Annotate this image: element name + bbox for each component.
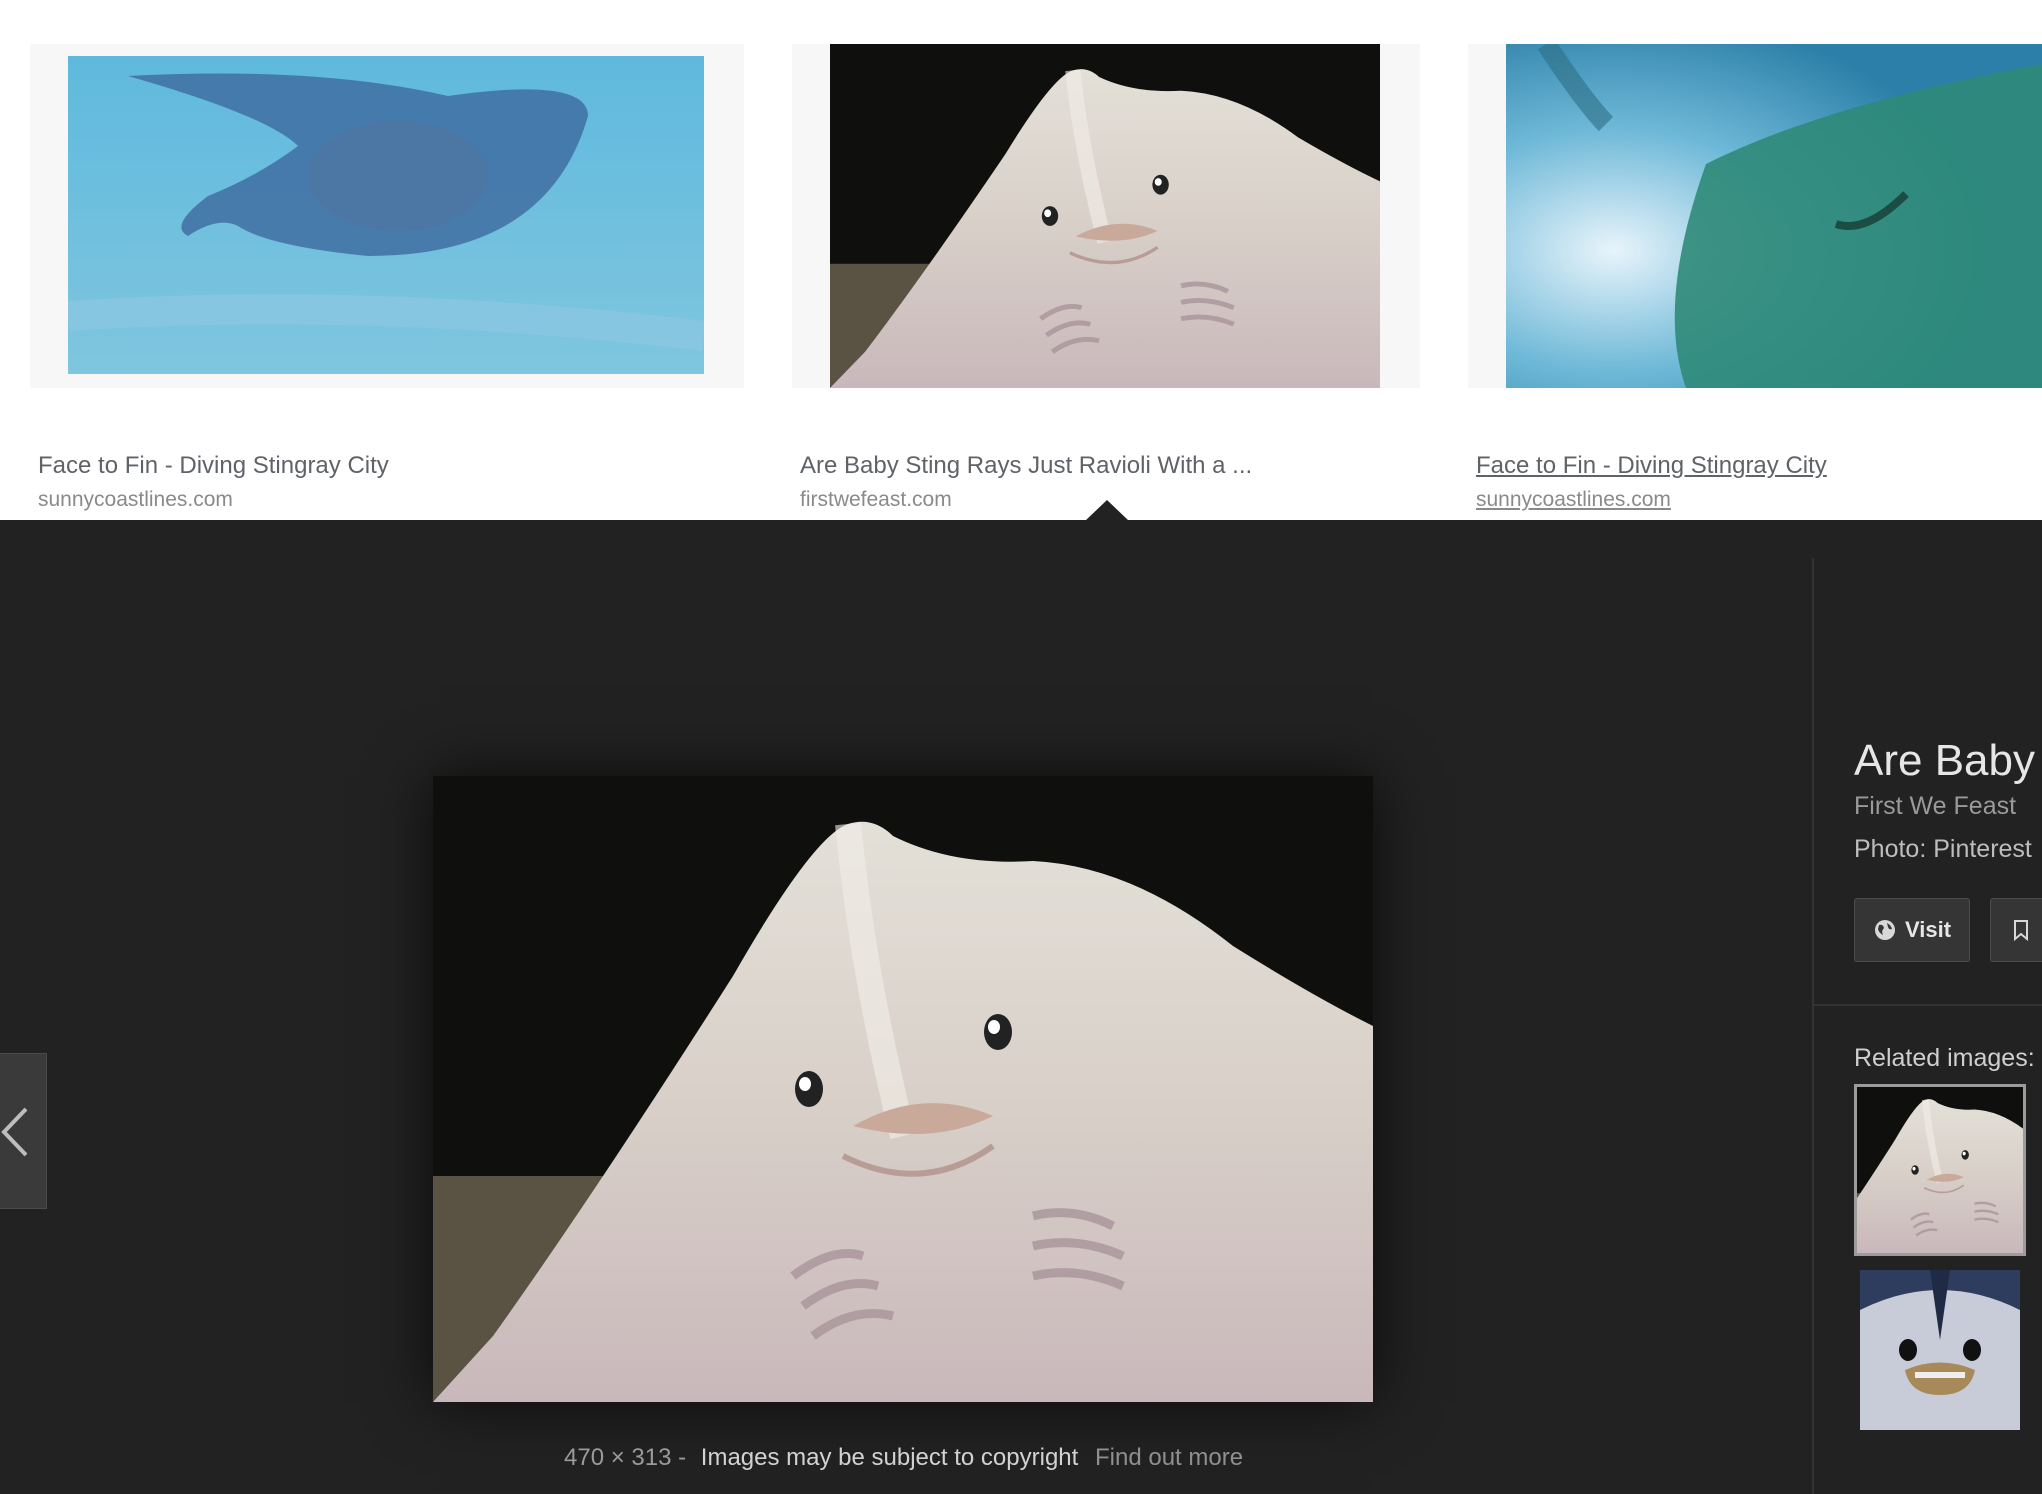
result-thumbnail-frame[interactable]: [792, 44, 1420, 388]
caption-separator: -: [678, 1444, 687, 1471]
image-results-row: Face to Fin - Diving Stingray City sunny…: [0, 0, 2042, 520]
save-button[interactable]: [1990, 898, 2042, 962]
previous-image-button[interactable]: [0, 1053, 47, 1209]
result-thumbnail-frame[interactable]: [1468, 44, 2042, 388]
preview-site-name[interactable]: First We Feast: [1854, 792, 2016, 821]
sidebar-separator: [1814, 1004, 2042, 1006]
copyright-notice: Images may be subject to copyright: [700, 1444, 1079, 1471]
related-images-label: Related images:: [1854, 1044, 2035, 1072]
result-thumbnail-image[interactable]: [1506, 44, 2042, 388]
image-caption: 470 × 313 - Images may be subject to cop…: [564, 1444, 1243, 1472]
result-thumbnail-image[interactable]: [830, 44, 1380, 388]
image-dimensions: 470 × 313: [564, 1444, 672, 1471]
related-image-selected[interactable]: [1854, 1084, 2026, 1256]
chevron-left-icon: [1, 1107, 28, 1157]
find-out-more-link[interactable]: Find out more: [1095, 1444, 1243, 1471]
bookmark-icon: [2014, 920, 2028, 942]
visit-button[interactable]: Visit: [1854, 898, 1970, 962]
preview-title[interactable]: Are Baby: [1854, 736, 2035, 786]
result-thumbnail-image[interactable]: [68, 56, 704, 374]
stingray-image: [433, 776, 1373, 1402]
visit-label: Visit: [1905, 917, 1952, 942]
selection-pointer: [1085, 500, 1129, 521]
globe-icon: [1875, 920, 1895, 940]
result-source[interactable]: sunnycoastlines.com: [1476, 488, 1671, 512]
result-title[interactable]: Face to Fin - Diving Stingray City: [38, 452, 389, 480]
photo-credit: Photo: Pinterest: [1854, 835, 2032, 863]
related-image[interactable]: [1860, 1270, 2020, 1430]
related-image-thumbnail: [1860, 1270, 2020, 1430]
result-title[interactable]: Are Baby Sting Rays Just Ravioli With a …: [800, 452, 1252, 480]
sidebar-divider: [1812, 558, 1814, 1494]
result-title[interactable]: Face to Fin - Diving Stingray City: [1476, 452, 1827, 480]
related-image-thumbnail: [1857, 1087, 2023, 1253]
preview-image[interactable]: [433, 776, 1373, 1402]
result-source[interactable]: firstwefeast.com: [800, 488, 952, 512]
result-thumbnail-frame[interactable]: [30, 44, 744, 388]
result-source[interactable]: sunnycoastlines.com: [38, 488, 233, 512]
